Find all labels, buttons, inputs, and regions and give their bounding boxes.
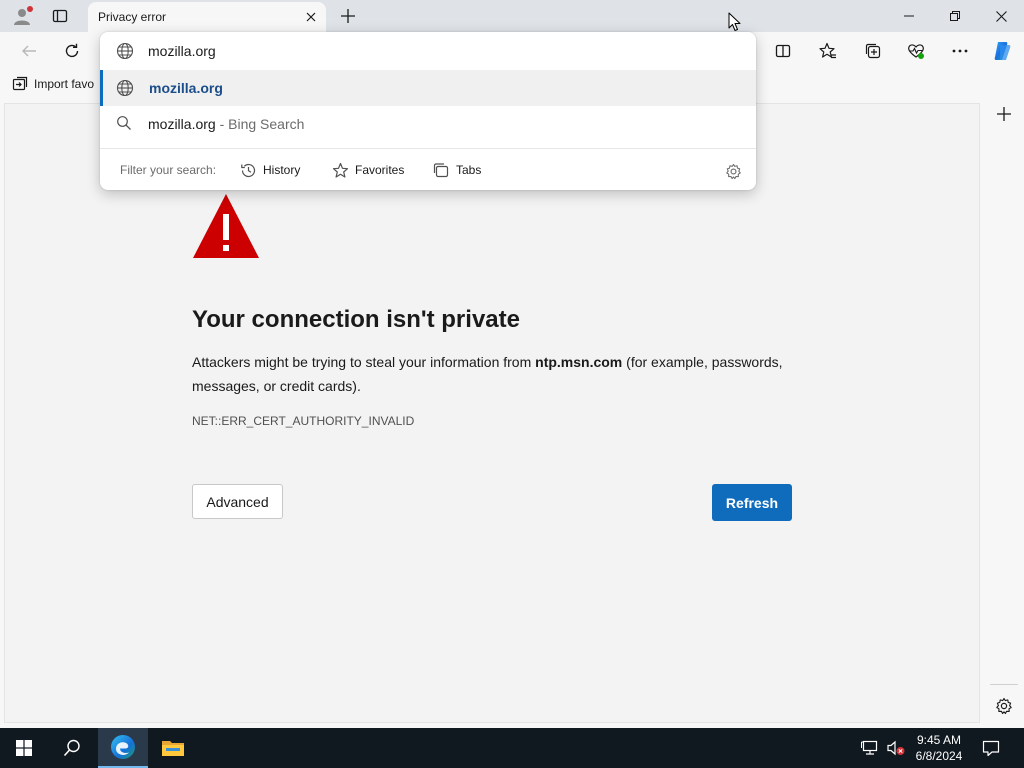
suggestion-text: mozilla.org - Bing Search <box>148 116 304 132</box>
restore-button[interactable] <box>932 0 978 32</box>
gear-icon <box>996 697 1012 715</box>
suggestion-query: mozilla.org <box>148 116 216 132</box>
sidebar-settings-button[interactable] <box>990 692 1018 720</box>
page-content <box>4 103 980 723</box>
copilot-button[interactable] <box>987 36 1017 66</box>
error-description: Attackers might be trying to steal your … <box>192 350 802 398</box>
windows-logo-icon <box>16 740 32 756</box>
sidebar-add-button[interactable] <box>990 100 1018 128</box>
plus-icon <box>997 107 1011 121</box>
split-screen-icon <box>775 44 791 58</box>
tab-privacy-error[interactable]: Privacy error <box>88 2 326 32</box>
sidebar-divider <box>990 684 1018 685</box>
page-title: Your connection isn't private <box>192 306 520 333</box>
filter-history-button[interactable]: History <box>240 159 300 181</box>
filter-tabs-label: Tabs <box>456 163 482 177</box>
history-icon <box>241 163 256 177</box>
split-screen-button[interactable] <box>768 36 798 66</box>
suggestion-text: mozilla.org <box>149 80 223 96</box>
search-icon <box>117 116 131 130</box>
filter-tabs-button[interactable]: Tabs <box>433 159 481 181</box>
clock-time: 9:45 AM <box>916 733 962 747</box>
notification-icon <box>982 740 1000 757</box>
error-description-text: Attackers might be trying to steal your … <box>192 354 536 370</box>
taskbar-edge-button[interactable] <box>98 728 148 768</box>
taskbar-search-button[interactable] <box>48 728 96 768</box>
search-settings-button[interactable] <box>722 160 744 182</box>
tabs-icon <box>433 162 449 177</box>
volume-muted-icon <box>887 740 905 756</box>
advanced-button[interactable]: Advanced <box>192 484 283 519</box>
suggestion-source: - Bing Search <box>215 116 305 132</box>
network-icon <box>861 740 878 755</box>
filter-label: Filter your search: <box>120 163 217 177</box>
more-dots-icon <box>952 49 968 53</box>
close-icon <box>995 10 1007 22</box>
minimize-icon <box>904 15 914 17</box>
gear-icon <box>725 163 741 179</box>
favorites-star-icon <box>819 42 836 59</box>
minimize-button[interactable] <box>886 0 932 32</box>
profile-button[interactable] <box>8 4 36 28</box>
tab-actions-icon <box>52 9 68 23</box>
filter-history-label: History <box>263 163 301 177</box>
tab-close-button[interactable] <box>302 8 320 26</box>
edge-sidebar <box>984 96 1024 728</box>
browser-essentials-button[interactable] <box>901 36 931 66</box>
collections-button[interactable] <box>858 36 888 66</box>
plus-icon <box>341 9 355 23</box>
error-code: NET::ERR_CERT_AUTHORITY_INVALID <box>192 414 415 428</box>
tab-title: Privacy error <box>98 10 167 24</box>
address-bar <box>100 32 756 70</box>
reload-icon <box>65 43 79 58</box>
collections-icon <box>865 43 881 59</box>
taskbar-file-explorer-button[interactable] <box>148 728 198 768</box>
import-favorites-button[interactable]: Import favo <box>12 76 94 92</box>
suggestion-item[interactable]: mozilla.org - Bing Search <box>100 106 756 142</box>
filter-favorites-label: Favorites <box>355 163 405 177</box>
window-close-button[interactable] <box>978 0 1024 32</box>
system-clock[interactable]: 9:45 AM 6/8/2024 <box>910 728 968 768</box>
search-filter-row: Filter your search: History Favorites Ta… <box>100 150 756 190</box>
copilot-icon <box>994 42 1011 60</box>
dropdown-divider <box>100 148 756 149</box>
profile-notification-dot <box>27 6 33 12</box>
import-favorites-label: Import favo <box>34 77 95 91</box>
heart-pulse-icon <box>908 44 924 59</box>
folder-icon <box>162 741 184 756</box>
network-status-button[interactable] <box>858 728 882 768</box>
back-button[interactable] <box>14 36 44 66</box>
close-icon <box>306 12 316 22</box>
title-bar: Privacy error <box>0 0 1024 32</box>
start-button[interactable] <box>0 728 48 768</box>
mouse-cursor-icon <box>728 12 741 31</box>
refresh-page-button[interactable]: Refresh <box>712 484 792 521</box>
warning-triangle-icon <box>193 194 259 258</box>
refresh-button[interactable] <box>57 36 87 66</box>
filter-favorites-button[interactable]: Favorites <box>332 159 404 181</box>
address-bar-dropdown: mozilla.org mozilla.org - Bing Search Fi… <box>100 32 756 190</box>
restore-icon <box>950 11 960 21</box>
error-host: ntp.msn.com <box>535 354 623 370</box>
settings-and-more-button[interactable] <box>945 36 975 66</box>
new-tab-button[interactable] <box>336 4 360 28</box>
tab-actions-button[interactable] <box>46 4 74 28</box>
import-icon <box>12 76 28 91</box>
search-icon <box>63 739 80 757</box>
globe-icon <box>116 79 134 97</box>
star-icon <box>332 162 349 178</box>
favorites-button[interactable] <box>813 36 843 66</box>
edge-browser-icon <box>111 735 135 759</box>
volume-button[interactable] <box>884 728 908 768</box>
action-center-button[interactable] <box>976 728 1006 768</box>
suggestion-item[interactable]: mozilla.org <box>100 70 756 106</box>
windows-taskbar: 9:45 AM 6/8/2024 <box>0 728 1024 768</box>
address-input[interactable] <box>148 40 728 62</box>
back-arrow-icon <box>22 45 36 57</box>
globe-icon <box>116 42 134 60</box>
clock-date: 6/8/2024 <box>915 749 963 763</box>
